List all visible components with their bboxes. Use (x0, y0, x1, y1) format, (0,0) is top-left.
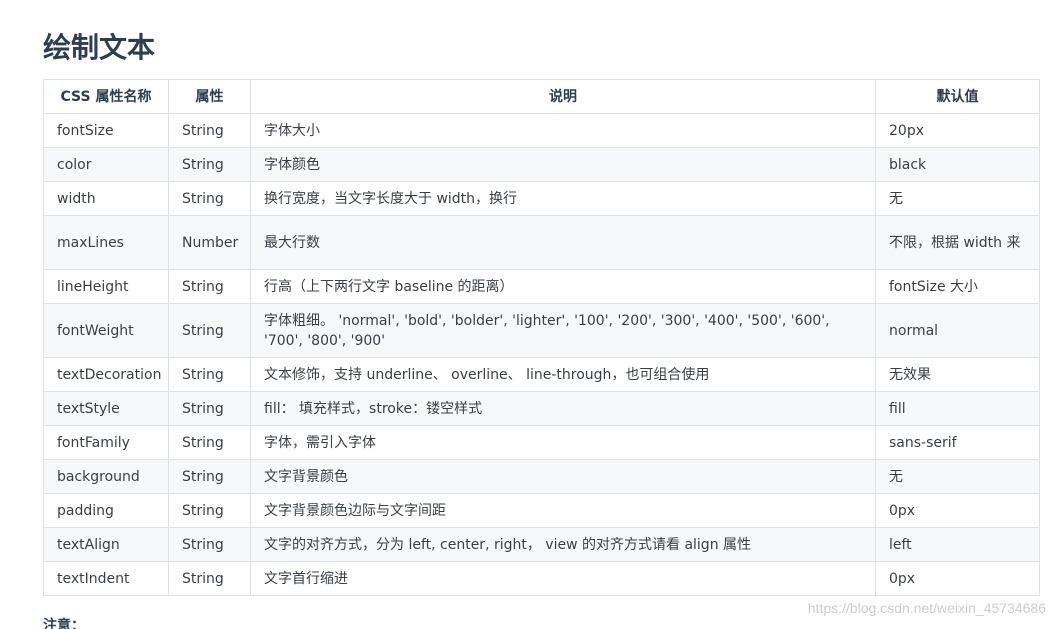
cell-default: 无效果 (875, 357, 1040, 392)
cell-property: textIndent (43, 561, 169, 596)
cell-property: fontFamily (43, 425, 169, 460)
table-row: fontFamily String 字体，需引入字体 sans-serif (43, 425, 1040, 460)
cell-property: color (43, 147, 169, 182)
cell-type: String (168, 181, 251, 216)
table-row: fontSize String 字体大小 20px (43, 113, 1040, 148)
cell-default: sans-serif (875, 425, 1040, 460)
cell-description: 文字背景颜色 (250, 459, 876, 494)
cell-property: textDecoration (43, 357, 169, 392)
cell-type: String (168, 493, 251, 528)
document-page: 绘制文本 CSS 属性名称 属性 说明 默认值 fontSize String … (0, 0, 1054, 629)
cell-description: 行高（上下两行文字 baseline 的距离） (250, 269, 876, 304)
cell-type: String (168, 113, 251, 148)
cell-type: String (168, 147, 251, 182)
cell-description: 文字的对齐方式，分为 left, center, right， view 的对齐… (250, 527, 876, 562)
cell-default: 不限，根据 width 来 (875, 215, 1040, 270)
header-css-property: CSS 属性名称 (43, 79, 169, 114)
cell-type: Number (168, 215, 251, 270)
cell-property: textAlign (43, 527, 169, 562)
cell-default: 0px (875, 561, 1040, 596)
table-header: CSS 属性名称 属性 说明 默认值 (43, 79, 1040, 114)
note-label: 注意： (43, 618, 85, 629)
table-row: width String 换行宽度，当文字长度大于 width，换行 无 (43, 181, 1040, 216)
cell-description: fill： 填充样式，stroke：镂空样式 (250, 391, 876, 426)
cell-description: 字体颜色 (250, 147, 876, 182)
cell-type: String (168, 391, 251, 426)
cell-default: 20px (875, 113, 1040, 148)
section-title: 绘制文本 (43, 31, 156, 64)
table-row: textStyle String fill： 填充样式，stroke：镂空样式 … (43, 391, 1040, 426)
header-default: 默认值 (875, 79, 1040, 114)
table-body: fontSize String 字体大小 20px color String 字… (43, 113, 1040, 596)
cell-default: normal (875, 303, 1040, 358)
cell-default: 无 (875, 181, 1040, 216)
header-type: 属性 (168, 79, 251, 114)
cell-type: String (168, 425, 251, 460)
cell-description: 最大行数 (250, 215, 876, 270)
table-row: background String 文字背景颜色 无 (43, 459, 1040, 494)
cell-type: String (168, 527, 251, 562)
cell-property: fontWeight (43, 303, 169, 358)
cell-description: 字体，需引入字体 (250, 425, 876, 460)
cell-property: padding (43, 493, 169, 528)
cell-description: 字体粗细。 'normal', 'bold', 'bolder', 'light… (250, 303, 876, 358)
cell-default: fill (875, 391, 1040, 426)
cell-type: String (168, 269, 251, 304)
table-row: lineHeight String 行高（上下两行文字 baseline 的距离… (43, 269, 1040, 304)
cell-default: left (875, 527, 1040, 562)
cell-type: String (168, 357, 251, 392)
cell-description: 文字背景颜色边际与文字间距 (250, 493, 876, 528)
cell-property: lineHeight (43, 269, 169, 304)
cell-default: black (875, 147, 1040, 182)
cell-description: 文字首行缩进 (250, 561, 876, 596)
cell-type: String (168, 459, 251, 494)
table-row: textAlign String 文字的对齐方式，分为 left, center… (43, 527, 1040, 562)
cell-property: maxLines (43, 215, 169, 270)
cell-type: String (168, 303, 251, 358)
watermark-text: https://blog.csdn.net/weixin_45734686 (807, 600, 1046, 616)
table-row: padding String 文字背景颜色边际与文字间距 0px (43, 493, 1040, 528)
cell-default: 0px (875, 493, 1040, 528)
properties-table: CSS 属性名称 属性 说明 默认值 fontSize String 字体大小 … (43, 79, 1040, 596)
cell-description: 字体大小 (250, 113, 876, 148)
cell-default: fontSize 大小 (875, 269, 1040, 304)
cell-description: 换行宽度，当文字长度大于 width，换行 (250, 181, 876, 216)
cell-property: fontSize (43, 113, 169, 148)
cell-property: width (43, 181, 169, 216)
cell-description: 文本修饰，支持 underline、 overline、 line-throug… (250, 357, 876, 392)
table-row: fontWeight String 字体粗细。 'normal', 'bold'… (43, 303, 1040, 358)
header-description: 说明 (250, 79, 876, 114)
cell-property: background (43, 459, 169, 494)
cell-default: 无 (875, 459, 1040, 494)
cell-property: textStyle (43, 391, 169, 426)
cell-type: String (168, 561, 251, 596)
table-row: textIndent String 文字首行缩进 0px (43, 561, 1040, 596)
table-row: textDecoration String 文本修饰，支持 underline、… (43, 357, 1040, 392)
table-row: color String 字体颜色 black (43, 147, 1040, 182)
header-row: CSS 属性名称 属性 说明 默认值 (43, 79, 1040, 114)
table-row: maxLines Number 最大行数 不限，根据 width 来 (43, 215, 1040, 270)
